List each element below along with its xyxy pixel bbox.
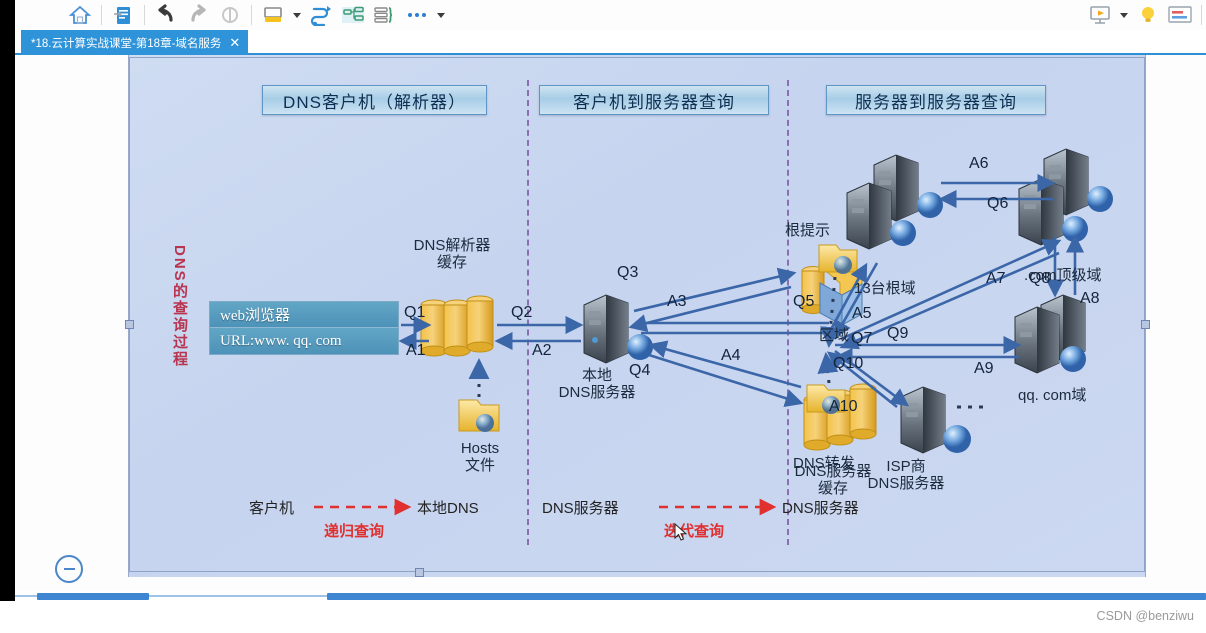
resize-handle-right[interactable] xyxy=(1141,320,1150,329)
fill-color-icon[interactable] xyxy=(258,1,288,29)
legend-right-label: 迭代查询 xyxy=(664,523,725,540)
toolbar-separator-3 xyxy=(251,5,252,25)
flow-label-Q8: Q8 xyxy=(1029,270,1051,287)
minus-icon xyxy=(63,568,75,570)
flow-label-Q1: Q1 xyxy=(404,304,426,321)
flow-label-A8: A8 xyxy=(1080,290,1100,307)
fill-color-dropdown[interactable] xyxy=(290,2,304,28)
browser-url: URL:www. qq. com xyxy=(210,328,398,354)
flow-label-Q2: Q2 xyxy=(511,304,533,321)
toolbar xyxy=(15,0,1206,30)
legend-left-from: 客户机 xyxy=(249,500,295,517)
dns-resolver-cache-line1: DNS解析器 xyxy=(413,237,491,254)
node-label-zone: 区域 xyxy=(819,327,850,344)
legend-left-to: 本地DNS xyxy=(417,500,479,517)
legend-right-from: DNS服务器 xyxy=(542,500,619,517)
dns-resolver-cache-line2: 缓存 xyxy=(436,254,467,272)
flow-label-Q6: Q6 xyxy=(987,195,1009,212)
legend-left-label: 递归查询 xyxy=(324,523,385,540)
mouse-cursor xyxy=(674,523,688,541)
section-title-server-server: 服务器到服务器查询 xyxy=(826,85,1046,115)
present-icon[interactable] xyxy=(1085,1,1115,29)
collapse-outline-button[interactable] xyxy=(55,555,83,583)
local-dns-line2: DNS服务器 xyxy=(558,384,636,402)
browser-title: web浏览器 xyxy=(210,302,398,328)
toolbar-separator-1 xyxy=(101,5,102,25)
resize-handle-left[interactable] xyxy=(125,320,134,329)
redo-icon[interactable] xyxy=(183,1,213,29)
toolbar-separator-2 xyxy=(144,5,145,25)
toolbar-separator-4 xyxy=(1201,5,1202,25)
legend-right-to: DNS服务器 xyxy=(782,500,859,517)
hosts-file-line2: 文件 xyxy=(464,457,495,475)
flow-label-Q3: Q3 xyxy=(617,264,639,281)
home-icon[interactable] xyxy=(65,1,95,29)
paint-icon[interactable] xyxy=(215,1,245,29)
new-document-icon[interactable] xyxy=(108,1,138,29)
tab-document[interactable]: *18.云计算实战课堂-第18章-域名服务 ✕ xyxy=(21,30,249,55)
more-dropdown[interactable] xyxy=(434,2,448,28)
node-label-root-domain: 13台根域 xyxy=(854,280,916,297)
resize-handle-bottom[interactable] xyxy=(415,568,424,577)
flow-label-A5: A5 xyxy=(852,305,872,322)
connector-icon[interactable] xyxy=(306,1,336,29)
local-dns-line1: 本地 xyxy=(581,367,612,384)
scrollbar-thumb-left[interactable] xyxy=(37,593,149,600)
isp-line2: DNS服务器 xyxy=(867,475,945,493)
node-label-qq-com-domain: qq. com域 xyxy=(1018,387,1087,404)
node-label-hosts-file: Hosts 文件 xyxy=(435,440,525,475)
tab-strip: *18.云计算实战课堂-第18章-域名服务 ✕ xyxy=(15,30,1206,55)
status-bar xyxy=(0,601,1206,633)
vertical-process-label: DNS的查询过程 xyxy=(171,245,188,368)
tab-label: *18.云计算实战课堂-第18章-域名服务 xyxy=(31,37,222,50)
flow-label-Q4: Q4 xyxy=(629,362,651,379)
layout-tree-icon[interactable] xyxy=(338,1,368,29)
horizontal-scrollbar[interactable] xyxy=(15,592,1206,601)
flow-label-A7: A7 xyxy=(986,270,1006,287)
flow-label-Q10: Q10 xyxy=(833,355,864,372)
section-title-client: DNS客户机（解析器） xyxy=(262,85,487,115)
isp-line1: ISP商 xyxy=(886,458,926,475)
panel-icon[interactable] xyxy=(1165,1,1195,29)
watermark: CSDN @benziwu xyxy=(1096,609,1194,623)
node-label-root-hint: 根提示 xyxy=(785,222,831,239)
undo-icon[interactable] xyxy=(151,1,181,29)
present-dropdown[interactable] xyxy=(1117,2,1131,28)
flow-label-Q7: Q7 xyxy=(851,330,873,347)
scrollbar-thumb-main[interactable] xyxy=(327,593,1206,600)
flow-label-A1: A1 xyxy=(406,342,426,359)
idea-bulb-icon[interactable] xyxy=(1133,1,1163,29)
flow-label-Q5: Q5 xyxy=(793,293,815,310)
flow-label-Q9: Q9 xyxy=(887,325,909,342)
flow-label-A9: A9 xyxy=(974,360,994,377)
node-label-isp-dns-server: ISP商 DNS服务器 xyxy=(841,458,971,493)
flow-label-A3: A3 xyxy=(667,293,687,310)
tab-close-icon[interactable]: ✕ xyxy=(229,36,240,49)
flow-label-A2: A2 xyxy=(532,342,552,359)
slide-surface[interactable]: DNS客户机（解析器） 客户机到服务器查询 服务器到服务器查询 DNS的查询过程… xyxy=(125,55,1150,577)
hosts-file-line1: Hosts xyxy=(460,440,500,457)
flow-label-A10: A10 xyxy=(829,398,858,415)
brace-list-icon[interactable] xyxy=(370,1,400,29)
web-browser-box[interactable]: web浏览器 URL:www. qq. com xyxy=(209,301,399,355)
more-icon[interactable] xyxy=(402,1,432,29)
canvas-area[interactable]: DNS客户机（解析器） 客户机到服务器查询 服务器到服务器查询 DNS的查询过程… xyxy=(15,55,1206,590)
flow-label-A4: A4 xyxy=(721,347,741,364)
left-gutter xyxy=(0,0,15,605)
section-title-client-server: 客户机到服务器查询 xyxy=(539,85,769,115)
node-label-dns-resolver-cache: DNS解析器 缓存 xyxy=(397,237,507,272)
flow-label-A6: A6 xyxy=(969,155,989,172)
